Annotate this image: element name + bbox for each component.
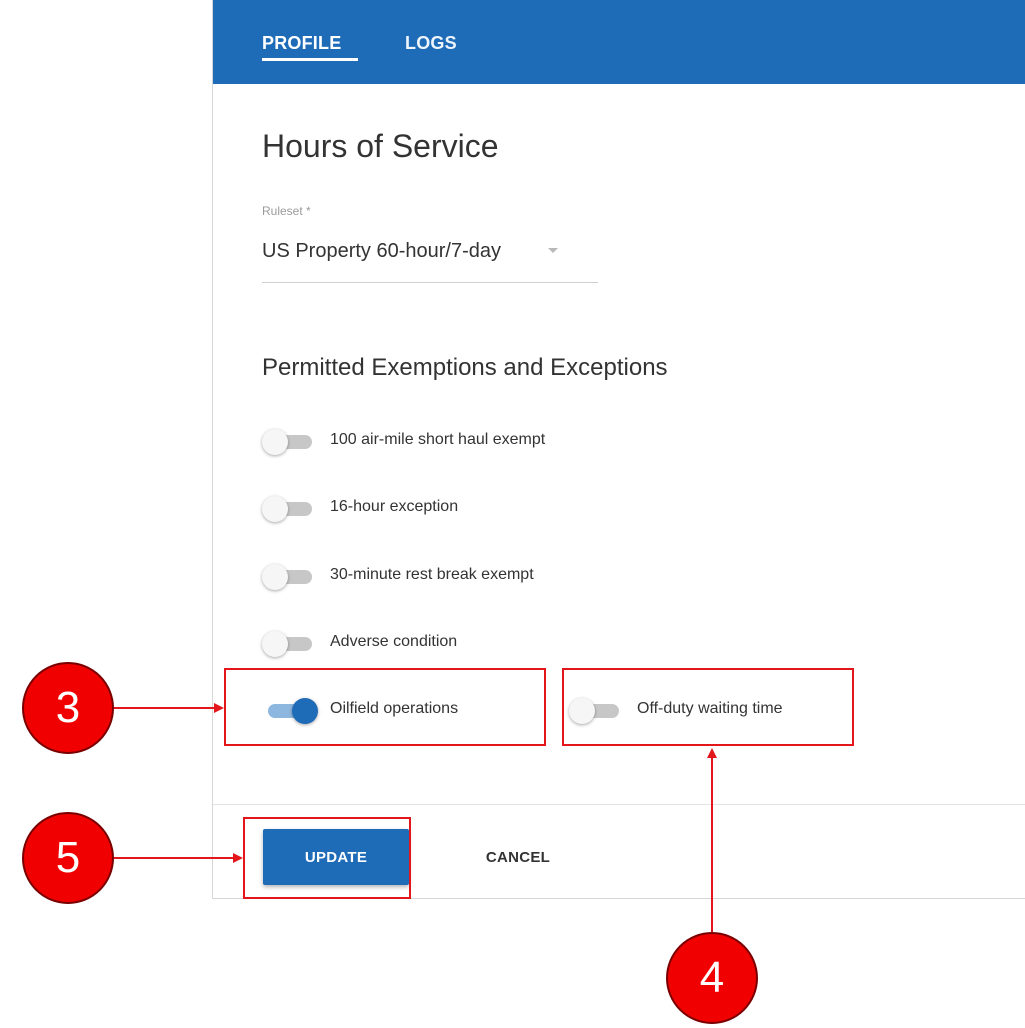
callout-4: 4 <box>666 932 758 1024</box>
callout-3: 3 <box>22 662 114 754</box>
callout-5: 5 <box>22 812 114 904</box>
callout-arrows <box>112 703 717 935</box>
